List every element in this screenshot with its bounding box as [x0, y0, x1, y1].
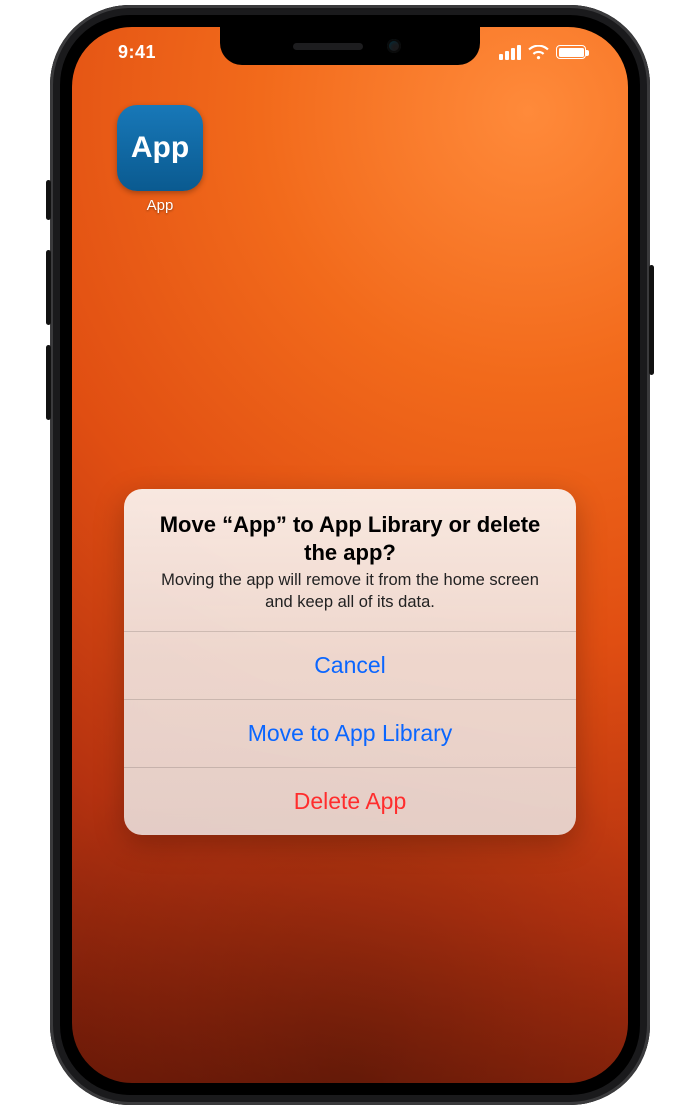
action-sheet-header: Move “App” to App Library or delete the … — [124, 489, 576, 631]
battery-icon — [556, 45, 586, 59]
phone-frame: 9:41 App App Move “App” to App Library o… — [50, 5, 650, 1105]
power-button — [649, 265, 654, 375]
volume-down-button — [46, 345, 51, 420]
app-icon[interactable]: App — [117, 105, 203, 191]
cellular-signal-icon — [499, 45, 521, 60]
action-sheet: Move “App” to App Library or delete the … — [124, 489, 576, 835]
delete-app-button[interactable]: Delete App — [124, 768, 576, 835]
action-sheet-description: Moving the app will remove it from the h… — [150, 570, 550, 613]
status-time: 9:41 — [118, 42, 156, 63]
action-sheet-title: Move “App” to App Library or delete the … — [150, 511, 550, 566]
screen: 9:41 App App Move “App” to App Library o… — [72, 27, 628, 1083]
mute-switch — [46, 180, 51, 220]
app-label: App — [110, 197, 210, 214]
home-app[interactable]: App App — [110, 105, 210, 214]
wifi-icon — [528, 45, 549, 60]
cancel-button[interactable]: Cancel — [124, 632, 576, 699]
app-icon-text: App — [131, 131, 189, 165]
move-to-app-library-button[interactable]: Move to App Library — [124, 700, 576, 767]
status-bar: 9:41 — [72, 27, 628, 77]
volume-up-button — [46, 250, 51, 325]
